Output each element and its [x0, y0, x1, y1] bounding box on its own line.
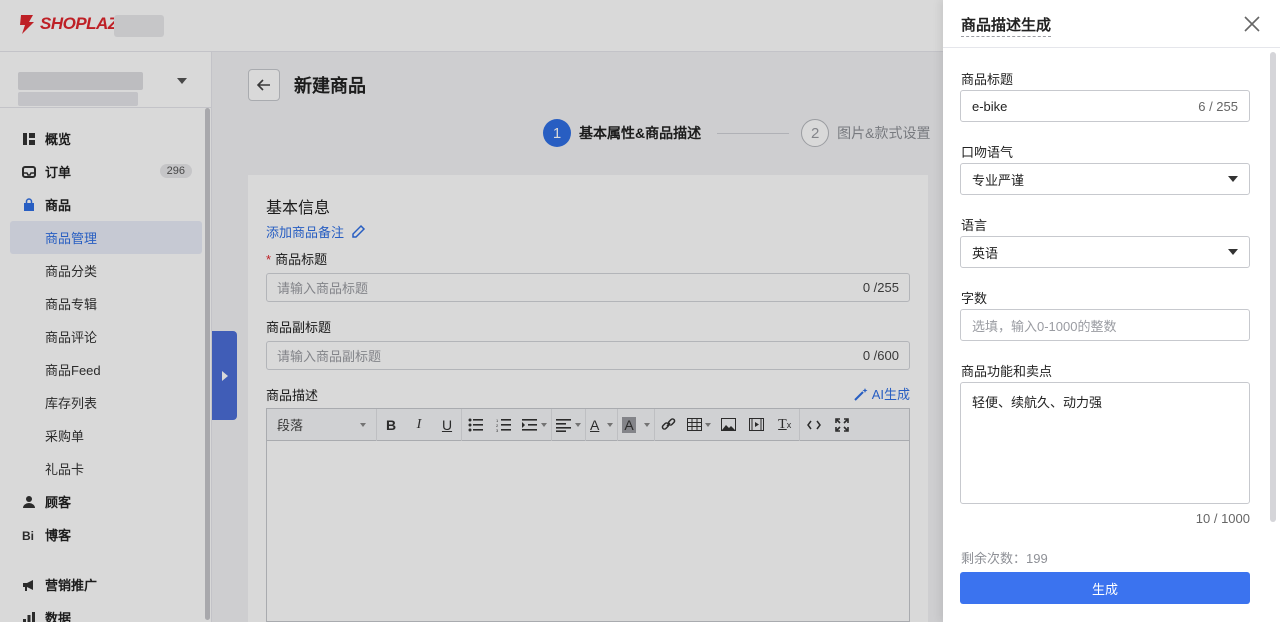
language-select[interactable]: 英语	[960, 236, 1250, 268]
drawer-scrollbar[interactable]	[1270, 52, 1276, 522]
generate-button[interactable]: 生成	[960, 572, 1250, 604]
language-value: 英语	[972, 245, 999, 261]
word-count-placeholder: 选填，输入0-1000的整数	[972, 318, 1117, 334]
caret-down-icon	[1228, 249, 1238, 255]
close-icon[interactable]	[1242, 14, 1262, 34]
features-label: 商品功能和卖点	[961, 364, 1053, 379]
product-title-value: e-bike	[972, 98, 1008, 114]
features-textarea[interactable]: 轻便、续航久、动力强	[960, 382, 1250, 504]
tone-label: 口吻语气	[961, 145, 1014, 160]
tone-value: 专业严谨	[972, 172, 1025, 188]
word-count-input[interactable]: 选填，输入0-1000的整数	[960, 309, 1250, 341]
drawer-title: 商品描述生成	[961, 14, 1052, 37]
language-label: 语言	[961, 218, 988, 233]
word-count-label: 字数	[961, 291, 988, 306]
modal-backdrop[interactable]	[0, 0, 943, 622]
tone-select[interactable]: 专业严谨	[960, 163, 1250, 195]
remaining-uses: 剩余次数：199	[961, 551, 1048, 566]
caret-down-icon	[1228, 176, 1238, 182]
product-title-input[interactable]: e-bike 6 / 255	[960, 90, 1250, 122]
drawer-header: 商品描述生成	[943, 0, 1280, 48]
description-generator-drawer: 商品描述生成 商品标题 e-bike 6 / 255 口吻语气 专业严谨 语言 …	[943, 0, 1280, 622]
product-title-label: 商品标题	[961, 72, 1014, 87]
product-title-count: 6 / 255	[1198, 98, 1238, 114]
features-count: 10 / 1000	[1195, 511, 1250, 526]
